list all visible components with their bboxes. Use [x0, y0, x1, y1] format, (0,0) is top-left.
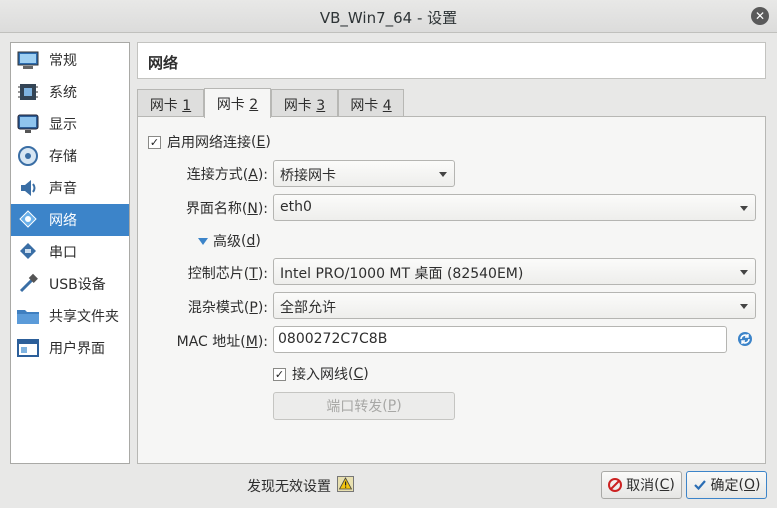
sidebar-item-serial-port[interactable]: 串口 — [11, 236, 129, 268]
mac-address-input[interactable]: 0800272C7C8B — [273, 326, 727, 353]
checkmark-icon — [693, 480, 706, 491]
sidebar-item-usb[interactable]: USB设备 — [11, 268, 129, 300]
title-bar: VB_Win7_64 - 设置 ✕ — [0, 0, 777, 33]
sidebar-item-label: 常规 — [49, 53, 77, 69]
tab-label: 网卡 — [149, 98, 183, 114]
checkbox-label: 启用网络连接 — [167, 135, 251, 151]
button-label: 确定 — [710, 478, 739, 494]
mnemonic: C — [353, 366, 364, 382]
invalid-settings-notice: 发现无效设置 — [247, 476, 354, 496]
audio-icon — [15, 177, 41, 199]
cancel-icon — [608, 478, 623, 492]
tab-label: 网卡 — [350, 98, 383, 114]
sidebar-item-label: 声音 — [49, 181, 77, 197]
mnemonic: P — [387, 398, 397, 414]
promiscuous-mode-value: 全部允许 — [280, 300, 336, 316]
tab-label: 网卡 — [216, 97, 250, 113]
advanced-label: 高级 — [213, 234, 241, 250]
cable-connected-checkbox[interactable]: ✓ 接入网线(C) — [273, 364, 369, 384]
warning-icon[interactable] — [337, 476, 354, 496]
chevron-down-icon — [740, 270, 748, 275]
invalid-settings-text: 发现无效设置 — [247, 479, 331, 495]
sidebar-item-shared-folder[interactable]: 共享文件夹 — [11, 300, 129, 332]
port-forwarding-button[interactable]: 端口转发(P) — [273, 392, 455, 420]
sidebar-item-label: 共享文件夹 — [49, 309, 119, 325]
button-label: 端口转发 — [326, 399, 383, 415]
tab-mnemonic: 3 — [316, 98, 326, 114]
tab-mnemonic: 2 — [249, 97, 259, 113]
attached-to-select[interactable]: 桥接网卡 — [273, 160, 455, 187]
shared-folder-icon — [15, 305, 41, 327]
display-icon — [15, 113, 41, 135]
interface-name-select[interactable]: eth0 — [273, 194, 756, 221]
chevron-down-icon — [740, 304, 748, 309]
adapter-type-label: 控制芯片(T): — [187, 266, 268, 282]
general-icon — [15, 49, 41, 71]
tab-mnemonic: 4 — [382, 98, 392, 114]
mnemonic: E — [256, 134, 266, 150]
sidebar-item-user-interface[interactable]: 用户界面 — [11, 332, 129, 364]
mac-address-value: 0800272C7C8B — [278, 331, 388, 347]
sidebar-item-label: 系统 — [49, 85, 77, 101]
page-header: 网络 — [137, 42, 766, 79]
tab-label: 网卡 — [283, 98, 317, 114]
interface-name-value: eth0 — [280, 199, 312, 215]
serial-port-icon — [15, 241, 41, 263]
sidebar-item-label: USB设备 — [49, 277, 106, 293]
page-title: 网络 — [148, 54, 179, 72]
enable-adapter-checkbox[interactable]: ✓ 启用网络连接(E) — [148, 132, 271, 152]
sidebar-item-display[interactable]: 显示 — [11, 108, 129, 140]
sidebar-item-label: 串口 — [49, 245, 77, 261]
usb-icon — [15, 273, 41, 295]
button-label: 取消 — [626, 478, 655, 494]
expand-triangle-icon — [198, 238, 208, 245]
window-title: VB_Win7_64 - 设置 — [319, 9, 458, 27]
network-icon — [15, 209, 41, 231]
mnemonic: C — [659, 477, 670, 493]
mac-address-label: MAC 地址(M): — [176, 334, 268, 350]
interface-name-label: 界面名称(N): — [185, 201, 268, 217]
attached-to-label: 连接方式(A): — [186, 167, 268, 183]
tab-adapter-4[interactable]: 网卡 4 — [338, 89, 404, 117]
user-interface-icon — [15, 337, 41, 359]
tab-adapter-3[interactable]: 网卡 3 — [271, 89, 338, 117]
close-icon[interactable]: ✕ — [751, 7, 769, 25]
sidebar-item-general[interactable]: 常规 — [11, 44, 129, 76]
tab-mnemonic: 1 — [182, 98, 192, 114]
checkbox-box[interactable]: ✓ — [273, 367, 286, 381]
attached-to-value: 桥接网卡 — [280, 168, 336, 184]
sidebar-item-label: 用户界面 — [49, 341, 105, 357]
sidebar-item-system[interactable]: 系统 — [11, 76, 129, 108]
chevron-down-icon — [439, 172, 447, 177]
settings-sidebar: 常规 系统 显示 存储 声音 网络 串口 USB设备 共享文件夹 用户界面 — [10, 42, 130, 464]
ok-button[interactable]: 确定(O) — [686, 471, 767, 499]
sidebar-item-storage[interactable]: 存储 — [11, 140, 129, 172]
mnemonic: d — [246, 233, 256, 249]
promiscuous-mode-select[interactable]: 全部允许 — [273, 292, 756, 319]
sidebar-item-audio[interactable]: 声音 — [11, 172, 129, 204]
storage-icon — [15, 145, 41, 167]
refresh-mac-icon[interactable] — [737, 331, 753, 351]
system-icon — [15, 81, 41, 103]
checkbox-label: 接入网线 — [292, 367, 348, 383]
tab-adapter-2[interactable]: 网卡 2 — [204, 88, 271, 118]
cancel-button[interactable]: 取消(C) — [601, 471, 682, 499]
mnemonic: O — [743, 477, 756, 493]
sidebar-item-network[interactable]: 网络 — [11, 204, 129, 236]
sidebar-item-label: 存储 — [49, 149, 77, 165]
promiscuous-mode-label: 混杂模式(P): — [187, 300, 268, 316]
chevron-down-icon — [740, 206, 748, 211]
adapter-type-select[interactable]: Intel PRO/1000 MT 桌面 (82540EM) — [273, 258, 756, 285]
adapter-type-value: Intel PRO/1000 MT 桌面 (82540EM) — [280, 266, 524, 282]
sidebar-item-label: 网络 — [49, 213, 77, 229]
sidebar-item-label: 显示 — [49, 117, 77, 133]
checkbox-box[interactable]: ✓ — [148, 135, 161, 149]
advanced-toggle[interactable]: 高级(d) — [197, 231, 261, 251]
tab-adapter-1[interactable]: 网卡 1 — [137, 89, 204, 117]
